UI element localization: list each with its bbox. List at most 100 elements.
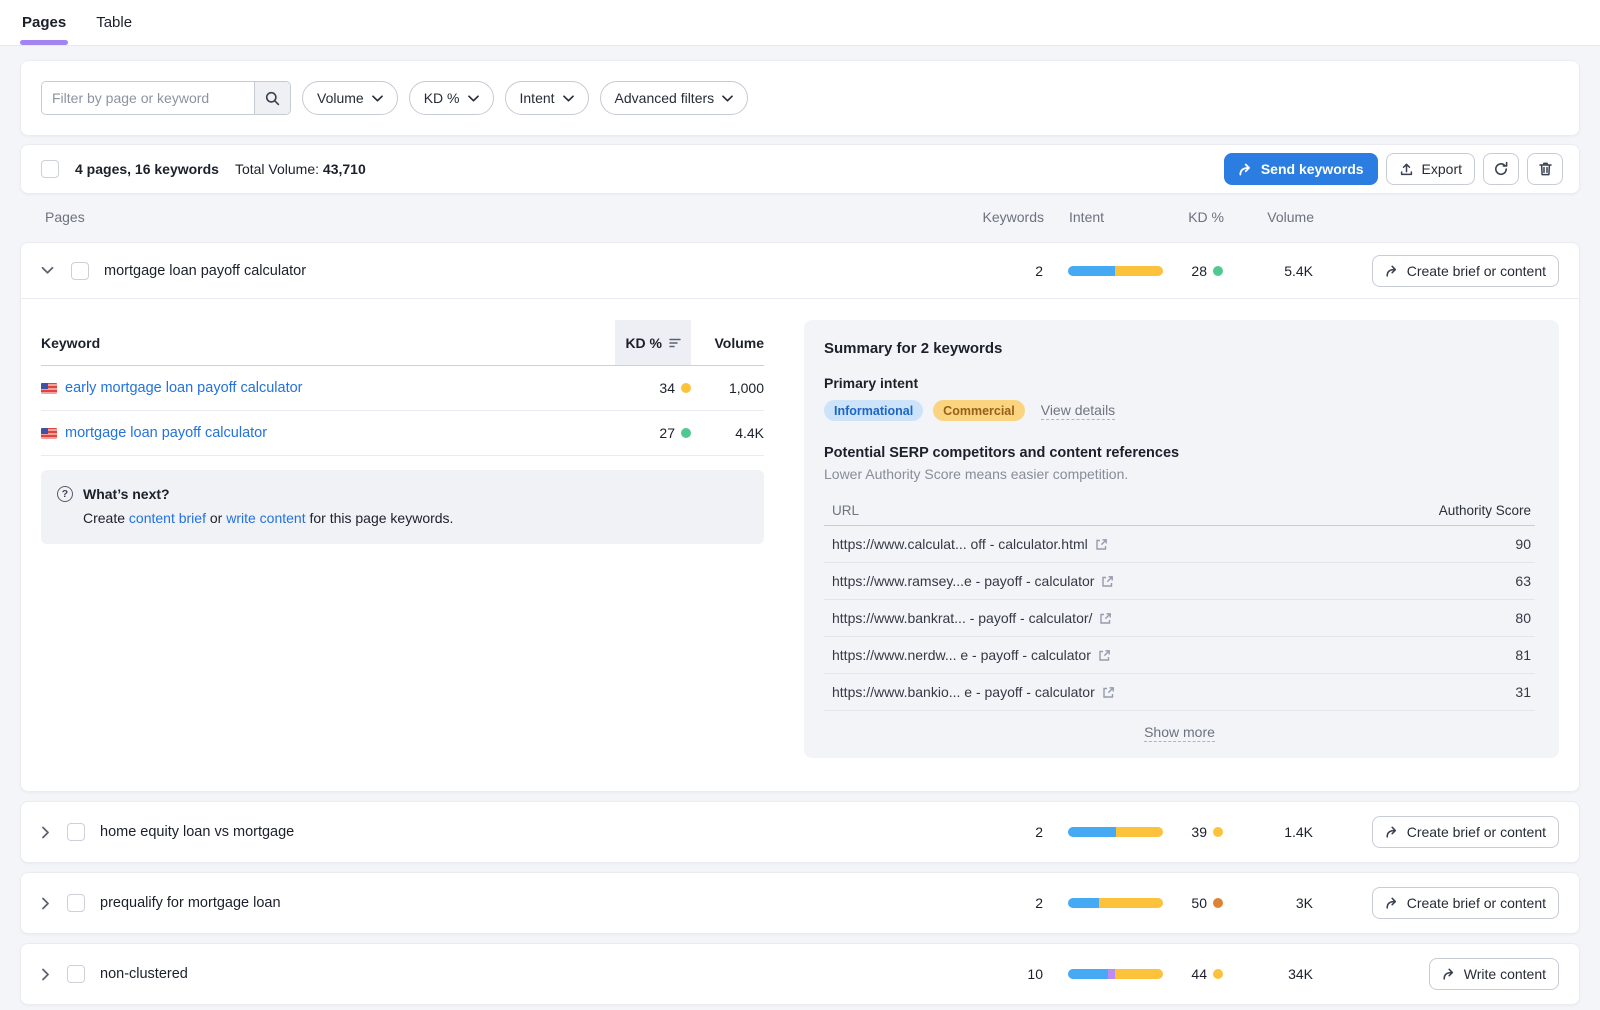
send-keywords-label: Send keywords xyxy=(1261,161,1364,177)
chevron-right-icon xyxy=(41,826,50,839)
kd-value: 44 xyxy=(1191,966,1207,982)
volume-value: 4.4K xyxy=(691,425,764,441)
refresh-button[interactable] xyxy=(1483,153,1519,185)
kd-dot xyxy=(1213,827,1223,837)
whats-next-box: ? What’s next? Create content brief or w… xyxy=(41,470,764,544)
filter-intent-label: Intent xyxy=(520,90,555,106)
write-content-link[interactable]: write content xyxy=(226,510,305,526)
kd-dot xyxy=(681,428,691,438)
write-content-label: Write content xyxy=(1464,966,1546,982)
intent-bar xyxy=(1068,969,1163,979)
whats-next-text: Create content brief or write content fo… xyxy=(83,510,744,526)
external-link-icon[interactable] xyxy=(1099,612,1112,625)
chevron-down-icon xyxy=(372,95,383,102)
competitor-url: https://www.calculat... off - calculator… xyxy=(832,536,1088,552)
expand-row-button[interactable] xyxy=(39,895,52,912)
kd-dot xyxy=(1213,898,1223,908)
create-brief-label: Create brief or content xyxy=(1407,824,1546,840)
search-button[interactable] xyxy=(254,82,290,114)
selection-toolbar: 4 pages, 16 keywords Total Volume: 43,71… xyxy=(20,144,1580,194)
authority-score: 31 xyxy=(1425,684,1535,700)
column-kd[interactable]: KD % xyxy=(1164,209,1224,225)
kd-value: 50 xyxy=(1191,895,1207,911)
competitor-row: https://www.calculat... off - calculator… xyxy=(824,526,1535,563)
tab-table[interactable]: Table xyxy=(94,2,134,45)
search-input[interactable] xyxy=(42,82,254,114)
row-checkbox[interactable] xyxy=(71,262,89,280)
show-more-link[interactable]: Show more xyxy=(1144,724,1215,742)
expand-row-button[interactable] xyxy=(39,824,52,841)
filter-advanced-dropdown[interactable]: Advanced filters xyxy=(600,81,749,115)
selection-summary: 4 pages, 16 keywords xyxy=(75,161,219,177)
intent-bar xyxy=(1068,898,1163,908)
expand-row-button[interactable] xyxy=(39,966,52,983)
tab-pages[interactable]: Pages xyxy=(20,2,68,45)
summary-panel: Summary for 2 keywords Primary intent In… xyxy=(804,320,1559,758)
keywords-count: 10 xyxy=(953,966,1043,982)
view-tabs: Pages Table xyxy=(0,0,1600,46)
serp-competitors-subtitle: Lower Authority Score means easier compe… xyxy=(824,466,1535,482)
search-input-group xyxy=(41,81,291,115)
delete-button[interactable] xyxy=(1527,153,1563,185)
view-details-link[interactable]: View details xyxy=(1041,402,1115,420)
collapse-row-button[interactable] xyxy=(39,264,56,277)
export-button[interactable]: Export xyxy=(1386,153,1475,185)
expanded-page-detail: Keyword KD % Volume early mortgage loan … xyxy=(21,299,1579,791)
external-link-icon[interactable] xyxy=(1095,538,1108,551)
keywords-count: 2 xyxy=(953,263,1043,279)
send-arrow-icon xyxy=(1442,967,1456,981)
keyword-link[interactable]: early mortgage loan payoff calculator xyxy=(65,380,303,396)
filter-kd-label: KD % xyxy=(424,90,460,106)
competitor-row: https://www.nerdw... e - payoff - calcul… xyxy=(824,637,1535,674)
intent-badge-informational: Informational xyxy=(824,400,923,421)
filter-volume-dropdown[interactable]: Volume xyxy=(302,81,398,115)
kd-column-label: KD % xyxy=(625,335,662,351)
intent-bar xyxy=(1068,266,1163,276)
kd-value: 28 xyxy=(1191,263,1207,279)
total-volume: Total Volume: 43,710 xyxy=(235,161,366,177)
question-icon: ? xyxy=(57,486,73,502)
competitor-url: https://www.nerdw... e - payoff - calcul… xyxy=(832,647,1091,663)
external-link-icon[interactable] xyxy=(1098,649,1111,662)
filter-bar: Volume KD % Intent Advanced filters xyxy=(20,60,1580,136)
filter-intent-dropdown[interactable]: Intent xyxy=(505,81,589,115)
row-checkbox[interactable] xyxy=(67,894,85,912)
page-card-prequalify-for-mortgage-loan: prequalify for mortgage loan 2 50 3K Cre… xyxy=(20,872,1580,934)
keywords-count: 2 xyxy=(953,895,1043,911)
kd-column-header-sorted[interactable]: KD % xyxy=(615,320,691,365)
row-checkbox[interactable] xyxy=(67,823,85,841)
chevron-down-icon xyxy=(41,266,54,275)
score-column-header: Authority Score xyxy=(1425,503,1535,518)
competitor-row: https://www.bankio... e - payoff - calcu… xyxy=(824,674,1535,711)
write-content-button[interactable]: Write content xyxy=(1429,958,1559,990)
send-arrow-icon xyxy=(1385,896,1399,910)
select-all-checkbox[interactable] xyxy=(41,160,59,178)
kd-value: 34 xyxy=(659,380,675,396)
external-link-icon[interactable] xyxy=(1102,686,1115,699)
serp-competitors-title: Potential SERP competitors and content r… xyxy=(824,445,1535,461)
page-card-mortgage-loan-payoff-calculator: mortgage loan payoff calculator 2 28 5.4… xyxy=(20,242,1580,792)
content-brief-link[interactable]: content brief xyxy=(129,510,206,526)
create-brief-button[interactable]: Create brief or content xyxy=(1372,887,1559,919)
external-link-icon[interactable] xyxy=(1101,575,1114,588)
page-card-non-clustered: non-clustered 10 44 34K Write content xyxy=(20,943,1580,1005)
send-arrow-icon xyxy=(1238,162,1253,177)
keyword-row: mortgage loan payoff calculator 27 4.4K xyxy=(41,411,764,456)
create-brief-button[interactable]: Create brief or content xyxy=(1372,816,1559,848)
volume-column-header[interactable]: Volume xyxy=(691,320,764,365)
authority-score: 90 xyxy=(1425,536,1535,552)
whats-next-title: What’s next? xyxy=(83,486,170,502)
column-keywords: Keywords xyxy=(954,209,1044,225)
send-keywords-button[interactable]: Send keywords xyxy=(1224,153,1378,185)
create-brief-button[interactable]: Create brief or content xyxy=(1372,255,1559,287)
column-volume[interactable]: Volume xyxy=(1224,209,1314,225)
kd-value: 27 xyxy=(659,425,675,441)
competitor-url: https://www.bankio... e - payoff - calcu… xyxy=(832,684,1095,700)
total-volume-value: 43,710 xyxy=(323,161,366,177)
sort-desc-icon xyxy=(669,338,681,348)
filter-kd-dropdown[interactable]: KD % xyxy=(409,81,494,115)
competitor-url: https://www.bankrat... - payoff - calcul… xyxy=(832,610,1092,626)
keyword-link[interactable]: mortgage loan payoff calculator xyxy=(65,425,267,441)
page-row: mortgage loan payoff calculator 2 28 5.4… xyxy=(21,243,1579,299)
row-checkbox[interactable] xyxy=(67,965,85,983)
